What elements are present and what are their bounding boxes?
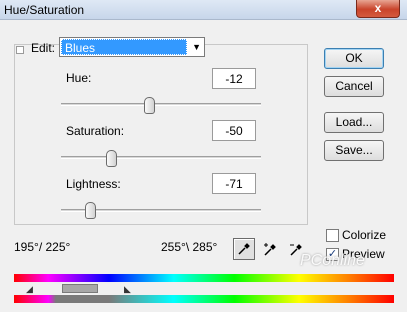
save-button[interactable]: Save... <box>324 140 384 161</box>
edit-dropdown[interactable]: Blues ▼ <box>59 37 205 57</box>
hue-label: Hue: <box>66 71 92 85</box>
edit-group-frame <box>14 44 308 225</box>
hue-slider-track[interactable] <box>61 103 261 106</box>
saturation-slider-track[interactable] <box>61 156 261 159</box>
output-color-spectrum <box>14 295 394 303</box>
chevron-down-icon: ▼ <box>192 42 201 52</box>
close-button[interactable]: x <box>356 0 400 18</box>
edit-selected-value: Blues <box>61 39 187 55</box>
title-bar: Hue/Saturation <box>0 0 407 20</box>
ok-button[interactable]: OK <box>324 48 384 69</box>
color-range-slider[interactable]: ◢ ◣ <box>14 284 394 294</box>
eyedropper-plus-icon <box>264 243 276 256</box>
colorize-checkbox[interactable] <box>326 229 339 242</box>
group-corner-box <box>16 46 24 54</box>
saturation-label: Saturation: <box>66 124 125 138</box>
eyedropper-tool[interactable] <box>233 238 255 260</box>
colorize-label: Colorize <box>342 228 387 242</box>
range-left-readout: 195°/ 225° <box>14 240 71 254</box>
hue-input[interactable] <box>212 68 256 89</box>
lightness-slider-thumb[interactable] <box>85 202 96 219</box>
range-center-block[interactable] <box>62 284 98 293</box>
load-button[interactable]: Load... <box>324 112 384 133</box>
watermark-logo: PConline <box>300 252 365 269</box>
range-left-falloff-icon[interactable]: ◢ <box>26 285 33 294</box>
range-right-falloff-icon[interactable]: ◣ <box>124 285 131 294</box>
close-icon: x <box>374 1 382 15</box>
window-title: Hue/Saturation <box>4 3 85 17</box>
range-right-readout: 255°\ 285° <box>161 240 218 254</box>
input-color-spectrum <box>14 274 394 282</box>
hue-slider-thumb[interactable] <box>144 97 155 114</box>
lightness-input[interactable] <box>212 173 256 194</box>
eyedropper-icon <box>238 243 250 255</box>
saturation-input[interactable] <box>212 120 256 141</box>
saturation-slider-thumb[interactable] <box>106 150 117 167</box>
edit-label: Edit: <box>31 41 56 55</box>
cancel-button[interactable]: Cancel <box>324 76 384 97</box>
lightness-label: Lightness: <box>66 177 121 191</box>
eyedropper-add-tool[interactable] <box>259 238 281 260</box>
